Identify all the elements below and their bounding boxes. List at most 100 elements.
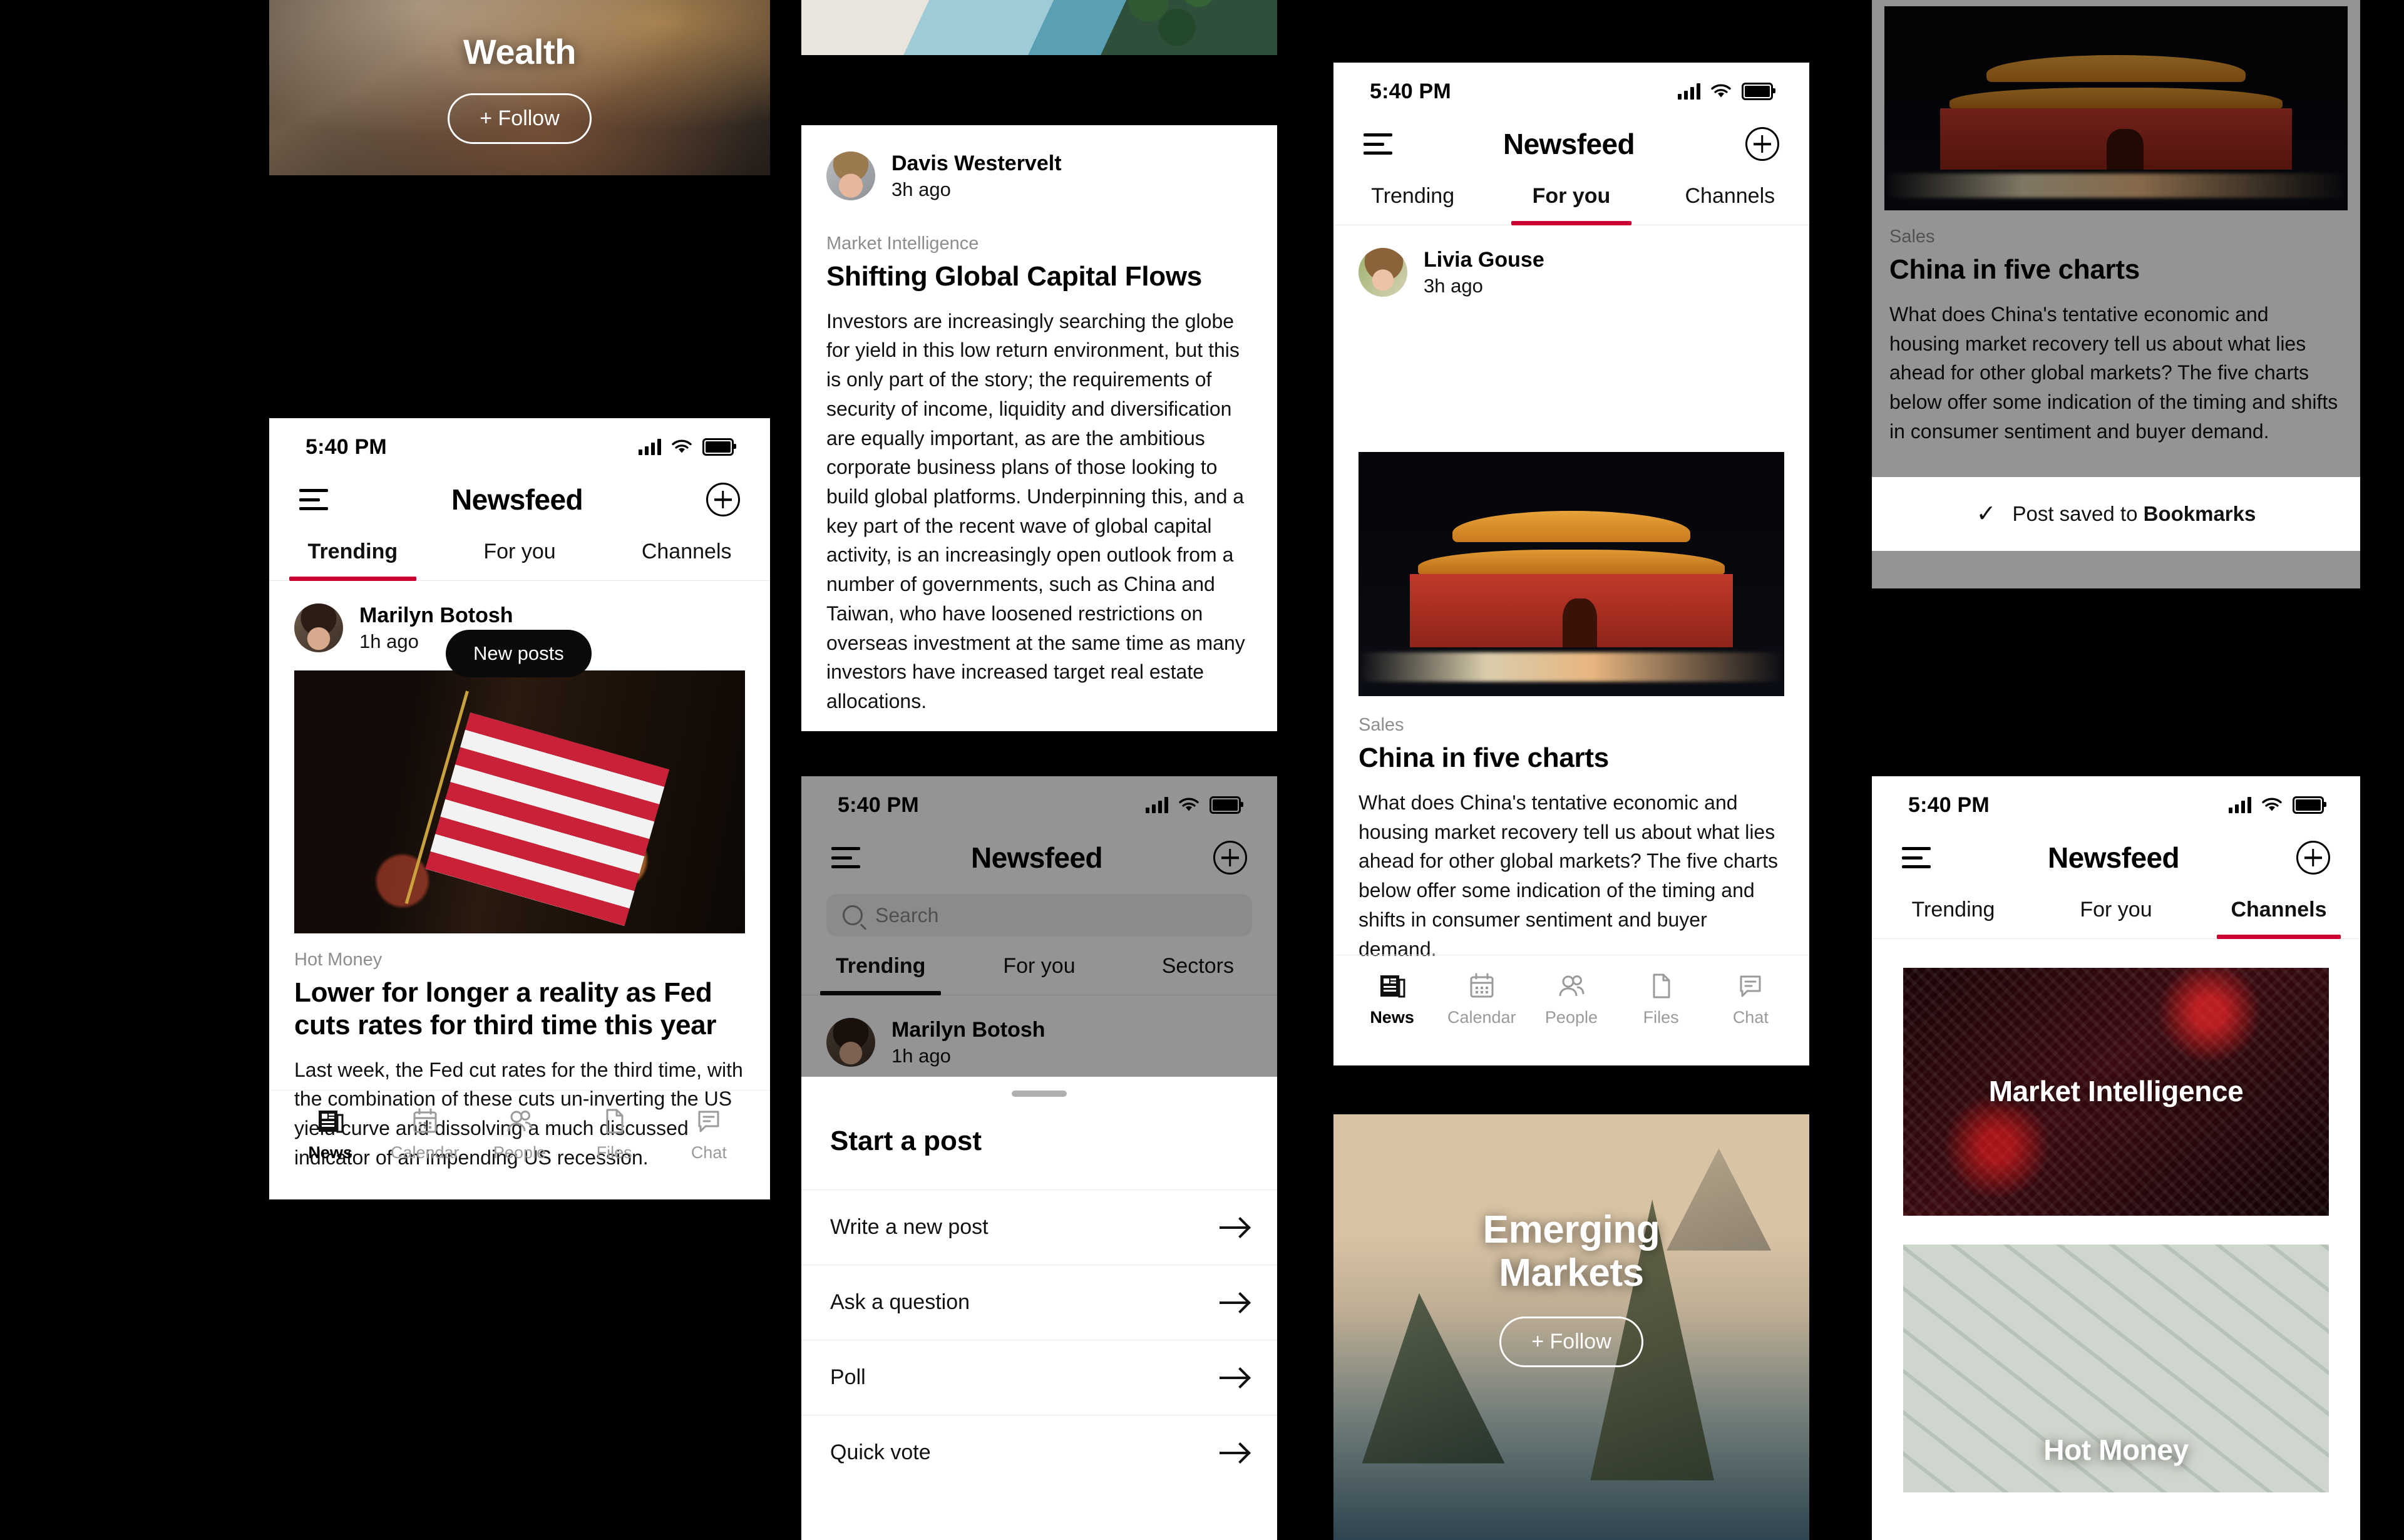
post-header: Davis Westervelt 3h ago [801,125,1277,218]
sheet-option-ask-question[interactable]: Ask a question [801,1265,1277,1340]
news-icon [1380,975,1405,998]
toast-message: Post saved to Bookmarks [2012,502,2256,526]
panel-article-davis: Davis Westervelt 3h ago Market Intellige… [801,125,1277,731]
pool-hero-image [801,0,1277,55]
channel-title-wealth: Wealth [463,32,577,71]
sheet-option-label: Quick vote [830,1440,931,1464]
arrow-right-icon [1220,1219,1248,1236]
sheet-option-poll[interactable]: Poll [801,1340,1277,1415]
page-title: Newsfeed [1503,128,1635,160]
new-posts-pill[interactable]: New posts [446,630,592,677]
status-time: 5:40 PM [1370,79,1451,103]
nav-item-chat[interactable]: Chat [1708,972,1793,1027]
nav-label: Files [596,1143,632,1162]
arrow-right-icon [1220,1294,1248,1312]
nav-label: News [308,1143,352,1162]
post-header: Livia Gouse 3h ago [1333,225,1809,315]
post-time: 3h ago [891,178,951,200]
hamburger-menu-icon[interactable] [1364,133,1392,155]
status-bar: 5:40 PM [269,418,770,467]
post-title[interactable]: Lower for longer a reality as Fed cuts r… [269,977,770,1055]
avatar[interactable] [1359,248,1407,297]
panel-channels-tab: 5:40 PM Newsfeed Trending For you Channe… [1872,776,2360,1540]
battery-icon [2293,796,2326,814]
nav-item-chat[interactable]: Chat [664,1107,754,1163]
post-hero-image [294,670,745,933]
screens-showcase: Wealth + Follow 5:40 PM Newsfeed Trendin… [0,0,2404,1540]
status-time: 5:40 PM [306,434,387,459]
feed-tabs: Trending For you Channels [269,532,770,581]
sheet-option-quick-vote[interactable]: Quick vote [801,1415,1277,1490]
nav-item-files[interactable]: Files [1618,972,1703,1027]
nav-item-people[interactable]: People [1529,972,1614,1027]
bottom-nav: News Calendar People Files Chat [1333,955,1809,1065]
post-hero-image [1359,452,1784,696]
nav-label: Chat [1732,1008,1769,1027]
nav-item-news[interactable]: News [285,1107,376,1163]
plus-circle-icon[interactable] [1745,127,1779,161]
post-time: 3h ago [1424,274,1483,297]
page-title: Newsfeed [451,483,583,516]
channel-card-title: Hot Money [2043,1433,2189,1466]
calendar-icon [1470,973,1494,998]
wifi-icon [2262,798,2282,811]
tab-trending[interactable]: Trending [269,532,436,581]
wifi-icon [672,439,692,453]
panel-for-you-feed-body: Sales China in five charts What does Chi… [1333,442,1809,1065]
tab-channels[interactable]: Channels [2197,890,2360,939]
tab-for-you[interactable]: For you [1492,177,1650,225]
tab-channels[interactable]: Channels [603,532,770,580]
tab-for-you[interactable]: For you [436,532,604,580]
panel-trending-feed: 5:40 PM Newsfeed Trending For you Channe… [269,418,770,1199]
sheet-option-write-post[interactable]: Write a new post [801,1189,1277,1265]
channel-card-market-intelligence[interactable]: Market Intelligence [1903,968,2329,1216]
sheet-title: Start a post [830,1126,982,1156]
nav-label: Chat [691,1143,727,1162]
post-title[interactable]: China in five charts [1333,742,1809,788]
follow-button-emerging-markets[interactable]: + Follow [1499,1316,1643,1367]
file-icon [1653,973,1670,998]
bookmark-toast: ✓ Post saved to Bookmarks [1872,477,2360,551]
calendar-icon [413,1108,437,1133]
nav-label: Calendar [390,1143,460,1162]
tab-trending[interactable]: Trending [1872,890,2035,938]
battery-icon [1742,83,1775,100]
nav-item-calendar[interactable]: Calendar [380,1107,470,1163]
people-icon [507,1111,533,1132]
feed-tabs: Trending For you Channels [1872,890,2360,939]
panel-emerging-markets-channel: Emerging Markets + Follow [1333,1114,1809,1540]
wifi-icon [1711,84,1731,98]
arrow-right-icon [1220,1369,1248,1387]
nav-item-people[interactable]: People [475,1107,565,1163]
tab-trending[interactable]: Trending [1333,177,1492,225]
post-title[interactable]: Shifting Global Capital Flows [801,260,1277,307]
sheet-option-label: Write a new post [830,1215,989,1239]
app-header: Newsfeed [1333,111,1809,177]
follow-button-wealth[interactable]: + Follow [448,93,592,144]
plus-circle-icon[interactable] [706,483,740,516]
nav-item-files[interactable]: Files [569,1107,659,1163]
tab-for-you[interactable]: For you [2035,890,2197,938]
tab-channels[interactable]: Channels [1651,177,1809,225]
channel-card-hot-money[interactable]: Hot Money [1903,1245,2329,1492]
avatar[interactable] [826,151,875,201]
post-body: What does China's tentative economic and… [1359,791,1778,960]
cellular-bars-icon [639,439,661,455]
panel-for-you-feed: 5:40 PM Newsfeed Trending For you Channe… [1333,63,1809,442]
status-time: 5:40 PM [1908,793,1990,817]
news-icon [318,1111,344,1133]
post-body: Investors are increasingly searching the… [826,309,1245,713]
avatar[interactable] [294,603,343,653]
plus-circle-icon[interactable] [2296,841,2330,875]
post-author: Marilyn Botosh [359,603,513,627]
nav-item-news[interactable]: News [1350,972,1435,1027]
status-bar: 5:40 PM [1872,776,2360,825]
hamburger-menu-icon[interactable] [1902,847,1931,868]
sheet-option-label: Ask a question [830,1290,970,1314]
sheet-grabber[interactable] [1012,1091,1067,1097]
app-header: Newsfeed [269,467,770,532]
nav-label: People [493,1143,546,1162]
nav-item-calendar[interactable]: Calendar [1439,972,1524,1027]
hamburger-menu-icon[interactable] [299,489,328,510]
panel-start-a-post: 5:40 PM Newsfeed Search Trending For you… [801,776,1277,1540]
